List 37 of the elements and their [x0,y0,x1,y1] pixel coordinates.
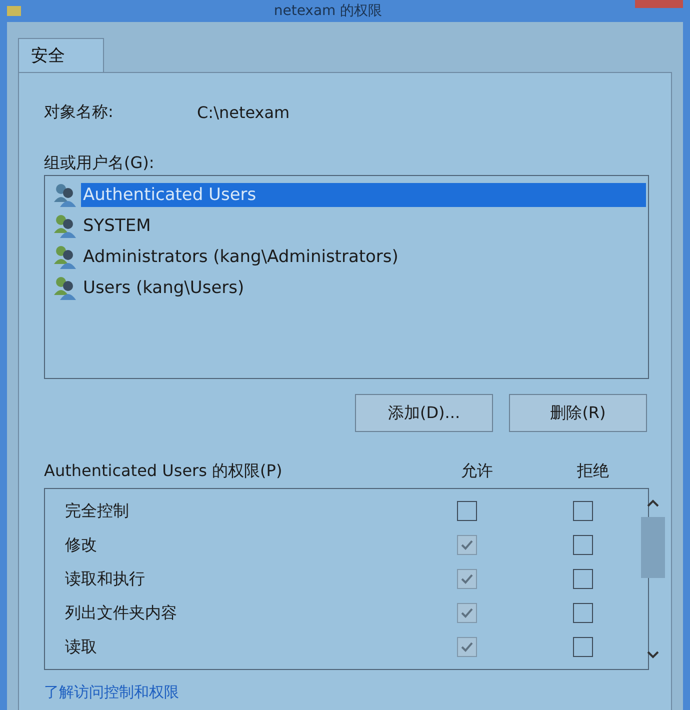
field-label: 对象名称: [44,102,114,122]
users-icon [53,244,79,270]
permission-name: 完全控制 [64,500,130,522]
users-icon [53,212,79,238]
scroll-up-icon[interactable] [647,499,659,507]
permission-name: 读取 [64,636,98,658]
object-path: C:\netexam [197,102,290,122]
list-label: 组或用户名(G): [44,153,156,174]
check-icon [460,573,474,585]
scroll-down-icon[interactable] [647,651,659,659]
permissions-label: Authenticated Users 的权限(P) [44,460,284,482]
list-item[interactable]: Administrators (kang\Administrators) [81,244,402,268]
check-icon [460,539,474,551]
tab[interactable]: 安全 [18,38,104,72]
list-item[interactable]: SYSTEM [81,214,155,238]
checkbox[interactable] [573,535,593,555]
list-item[interactable]: Authenticated Users [81,182,646,206]
action-button[interactable]: 添加(D)... [355,394,493,432]
users-icon [53,274,79,300]
checkbox[interactable] [457,501,477,521]
permission-name: 列出文件夹内容 [64,602,178,624]
scrollbar-thumb[interactable] [641,517,665,578]
folder-icon [7,6,21,16]
permission-name: 读取和执行 [64,568,146,590]
checkbox[interactable] [573,637,593,657]
checkbox[interactable] [573,569,593,589]
users-icon [53,182,79,208]
column-header: 拒绝 [576,460,610,482]
checkbox[interactable] [573,501,593,521]
check-icon [460,641,474,653]
permission-name: 修改 [64,534,98,556]
list-item[interactable]: Users (kang\Users) [81,276,248,300]
checkbox[interactable] [573,603,593,623]
column-header: 允许 [460,460,494,482]
window-title: netexam 的权限 [274,3,382,19]
check-icon [460,607,474,619]
action-button[interactable]: 删除(R) [509,394,647,432]
